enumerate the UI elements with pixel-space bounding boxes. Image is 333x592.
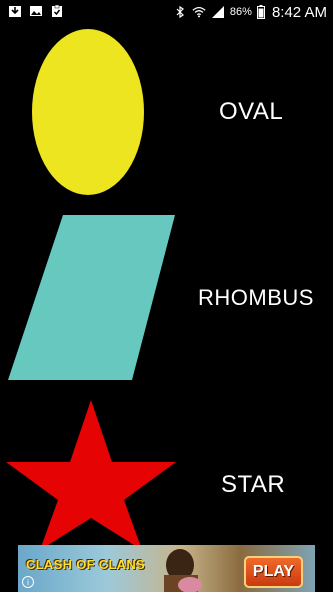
star-label: STAR (221, 471, 286, 498)
notification-icons (8, 4, 64, 18)
ad-brand-logo: CLASH OF CLANS (26, 557, 146, 572)
bluetooth-icon (176, 5, 184, 19)
wifi-icon (192, 6, 206, 18)
star-shape (6, 400, 176, 550)
ad-info-icon[interactable]: i (22, 576, 34, 588)
system-icons: 86% 8:42 AM (173, 0, 327, 24)
rhombus-label: RHOMBUS (198, 285, 314, 310)
clipboard-check-icon (52, 4, 62, 17)
oval-shape (32, 29, 144, 195)
ad-play-button[interactable]: PLAY (244, 556, 303, 588)
download-icon (9, 6, 21, 17)
star-fill (6, 400, 176, 550)
signal-icon (211, 6, 224, 18)
oval-label: OVAL (219, 98, 284, 125)
image-icon (30, 6, 42, 16)
status-bar: 86% 8:42 AM (0, 0, 333, 24)
oval-fill (32, 29, 144, 195)
ad-character-image (164, 549, 202, 592)
battery-percent: 86% (229, 6, 252, 18)
clock: 8:42 AM (271, 3, 327, 21)
rhombus-shape (8, 215, 175, 380)
rhombus-fill (8, 215, 175, 380)
ad-banner[interactable]: CLASH OF CLANS PLAY i (18, 545, 315, 592)
battery-icon (256, 5, 265, 19)
